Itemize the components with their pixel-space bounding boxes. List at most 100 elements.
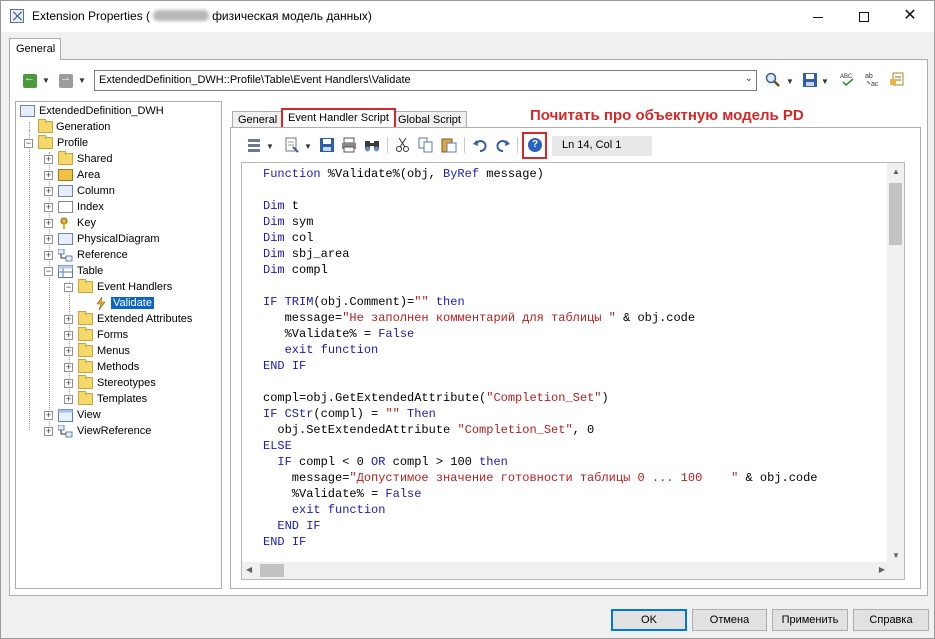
back-arrow-icon[interactable] (23, 72, 37, 88)
tree-item-stereotypes[interactable]: + Stereotypes (64, 375, 221, 392)
find-icon[interactable] (765, 72, 781, 88)
tree-item-forms[interactable]: + Forms (64, 327, 221, 344)
toolbar-separator (387, 137, 388, 153)
expand-icon[interactable]: + (44, 427, 53, 436)
ok-button[interactable]: OK (611, 609, 687, 631)
save-dropdown-icon[interactable]: ▼ (821, 77, 829, 86)
tree-item-view[interactable]: + View (44, 408, 221, 424)
tree-item-reference[interactable]: + Reference (44, 248, 221, 264)
tree-item-shared[interactable]: + Shared (44, 151, 221, 168)
insert-dropdown-icon[interactable]: ▼ (304, 142, 312, 151)
tab-general[interactable]: General (232, 111, 284, 128)
tree-item-column[interactable]: + Column (44, 184, 221, 200)
expand-icon[interactable]: + (44, 235, 53, 244)
expand-icon[interactable]: + (64, 315, 73, 324)
tree-item-key[interactable]: + Key (44, 216, 221, 232)
extension-tree: ExtendedDefinition_DWH Generation − Prof… (15, 101, 222, 589)
help-button[interactable]: ? (522, 132, 547, 159)
tree-item-label: Stereotypes (97, 377, 156, 389)
code-line: END IF (263, 535, 307, 549)
scroll-left-icon[interactable]: ◀ (246, 565, 252, 574)
tree-item-extended-attributes[interactable]: + Extended Attributes (64, 311, 221, 328)
tree-item-menus[interactable]: + Menus (64, 343, 221, 360)
tree-item-table[interactable]: − Table (44, 264, 221, 280)
script-editor[interactable]: Function %Validate%(obj, ByRef message) … (241, 162, 905, 580)
expand-icon[interactable]: + (44, 155, 53, 164)
expand-icon[interactable]: + (64, 395, 73, 404)
collapse-icon[interactable]: − (44, 267, 53, 276)
folder-icon (38, 135, 53, 149)
cut-icon[interactable] (395, 137, 411, 153)
tree-item-label: Table (77, 265, 104, 277)
expand-icon[interactable]: + (44, 203, 53, 212)
path-combo-value: ExtendedDefinition_DWH::Profile\Table\Ev… (99, 74, 411, 86)
apply-button[interactable]: Применить (772, 609, 848, 631)
redo-icon[interactable] (495, 137, 511, 153)
tree-item-label: Area (77, 169, 101, 181)
tree-item-index[interactable]: + Index (44, 200, 221, 216)
help-dialog-button[interactable]: Справка (853, 609, 929, 631)
forward-arrow-icon[interactable] (59, 72, 73, 88)
insert-icon[interactable] (284, 137, 300, 153)
save-script-icon[interactable] (319, 137, 335, 153)
extension-icon (20, 105, 35, 117)
horizontal-scroll-thumb[interactable] (260, 564, 284, 577)
tree-item-label: Event Handlers (97, 281, 173, 293)
save-icon[interactable] (802, 72, 818, 88)
tree-item-event-handlers[interactable]: − Event Handlers (64, 279, 221, 296)
expand-icon[interactable]: + (44, 251, 53, 260)
tree-item-physicaldiagram[interactable]: + PhysicalDiagram (44, 232, 221, 248)
close-button[interactable]: ✕ (887, 1, 933, 32)
edit-menu-dropdown-icon[interactable]: ▼ (266, 142, 274, 151)
tab-general-outer[interactable]: General (9, 38, 61, 60)
expand-icon[interactable]: + (64, 331, 73, 340)
tree-item-profile[interactable]: − Profile (24, 135, 221, 152)
tree-item-label: Key (77, 217, 96, 229)
scroll-up-icon[interactable]: ▲ (892, 167, 900, 176)
tab-global-script[interactable]: Global Script (392, 111, 467, 128)
expand-icon[interactable]: + (44, 219, 53, 228)
edit-menu-icon[interactable] (247, 137, 263, 153)
tree-item-methods[interactable]: + Methods (64, 359, 221, 376)
replace-icon[interactable]: ab ac (865, 71, 881, 87)
expand-icon[interactable]: + (64, 379, 73, 388)
tab-event-handler-script[interactable]: Event Handler Script (281, 108, 396, 127)
print-icon[interactable] (341, 137, 357, 153)
tree-item-label: Generation (56, 121, 111, 133)
tree-item-validate[interactable]: Validate (94, 296, 214, 312)
undo-icon[interactable] (472, 137, 488, 153)
expand-icon[interactable]: + (44, 411, 53, 420)
find-in-script-icon[interactable] (364, 137, 380, 153)
expand-icon[interactable]: + (64, 363, 73, 372)
collapse-icon[interactable]: − (64, 283, 73, 292)
properties-icon[interactable] (890, 71, 906, 87)
cancel-button[interactable]: Отмена (692, 609, 767, 631)
expand-icon[interactable]: + (44, 171, 53, 180)
tree-item-area[interactable]: + Area (44, 168, 221, 184)
minimize-button[interactable] (795, 1, 841, 32)
expand-icon[interactable]: + (44, 187, 53, 196)
tree-item-templates[interactable]: + Templates (64, 391, 221, 408)
back-dropdown-icon[interactable]: ▼ (42, 76, 50, 85)
scroll-right-icon[interactable]: ▶ (879, 565, 885, 574)
spell-check-icon[interactable]: ABC (840, 71, 856, 87)
splitter[interactable] (223, 101, 227, 589)
find-dropdown-icon[interactable]: ▼ (786, 77, 794, 86)
vertical-scrollbar[interactable]: ▲ ▼ (887, 163, 904, 564)
diagram-icon (58, 233, 73, 245)
tree-item-viewreference[interactable]: + ViewReference (44, 424, 221, 440)
scroll-down-icon[interactable]: ▼ (892, 551, 900, 560)
collapse-icon[interactable]: − (24, 139, 33, 148)
paste-icon[interactable] (441, 137, 457, 153)
expand-icon[interactable]: + (64, 347, 73, 356)
path-combo[interactable]: ExtendedDefinition_DWH::Profile\Table\Ev… (94, 70, 757, 91)
code-line: Dim sbj_area (263, 247, 350, 261)
maximize-button[interactable] (841, 1, 887, 32)
copy-icon[interactable] (418, 137, 434, 153)
vertical-scroll-thumb[interactable] (889, 183, 902, 245)
code-line: IF compl < 0 OR compl > 100 then (277, 455, 508, 469)
chevron-down-icon[interactable]: ⌄ (745, 73, 753, 84)
horizontal-scrollbar[interactable]: ◀ ▶ (242, 562, 889, 579)
close-icon: ✕ (903, 7, 917, 24)
forward-dropdown-icon[interactable]: ▼ (78, 76, 86, 85)
